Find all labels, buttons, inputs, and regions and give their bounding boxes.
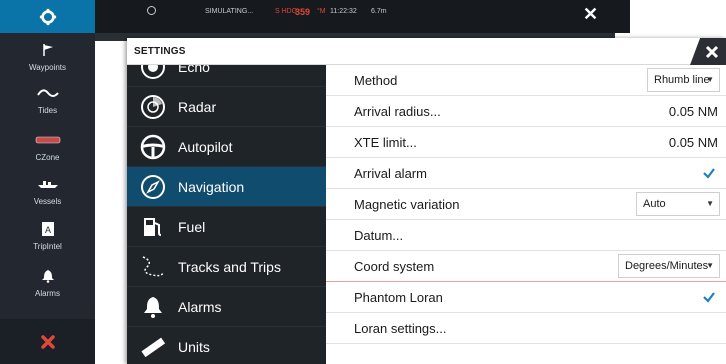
coord-system-value: Degrees/Minutes bbox=[625, 260, 709, 272]
distance-readout: 6.7m bbox=[371, 8, 387, 15]
setting-label: Datum... bbox=[354, 227, 404, 243]
settings-dialog: SETTINGS Echo Radar Autopilot Navigation bbox=[127, 38, 726, 364]
echo-icon bbox=[141, 65, 165, 79]
sidebar-item-tripintel[interactable]: A TripIntel bbox=[0, 218, 95, 266]
sidebar-item-label: Vessels bbox=[33, 197, 62, 206]
setting-row-loran-settings[interactable]: Loran settings... bbox=[326, 313, 726, 344]
ruler-icon bbox=[141, 337, 166, 357]
svg-text:A: A bbox=[44, 225, 50, 235]
xte-limit-value: 0.05 NM bbox=[668, 134, 718, 150]
arrival-alarm-checkbox[interactable] bbox=[702, 166, 716, 180]
sidebar-item-label: Tides bbox=[37, 106, 58, 115]
setting-row-phantom-loran[interactable]: Phantom Loran bbox=[326, 282, 726, 313]
category-units[interactable]: Units bbox=[127, 327, 326, 364]
vessel-icon bbox=[37, 181, 58, 188]
coord-system-dropdown[interactable]: Degrees/Minutes ▼ bbox=[618, 254, 720, 278]
track-icon bbox=[142, 255, 164, 276]
setting-row-datum[interactable]: Datum... bbox=[326, 220, 726, 251]
fuel-pump-icon bbox=[144, 217, 162, 236]
method-value: Rhumb line bbox=[654, 74, 710, 86]
setting-label: Phantom Loran bbox=[354, 289, 443, 305]
sidebar-item-tides[interactable]: Tides bbox=[0, 82, 95, 130]
setting-label: XTE limit... bbox=[354, 134, 417, 150]
gps-icon bbox=[147, 6, 156, 15]
magnetic-variation-dropdown[interactable]: Auto ▼ bbox=[636, 192, 720, 216]
setting-label: Magnetic variation bbox=[354, 196, 460, 212]
setting-row-magnetic-variation[interactable]: Magnetic variation Auto ▼ bbox=[326, 189, 726, 220]
flag-icon bbox=[42, 44, 53, 56]
category-label: Units bbox=[178, 338, 210, 355]
time-readout: 11:22:32 bbox=[330, 8, 357, 15]
setting-label: Loran settings... bbox=[354, 320, 447, 336]
category-label: Tracks and Trips bbox=[178, 258, 281, 275]
radar-icon bbox=[141, 94, 165, 119]
category-fuel[interactable]: Fuel bbox=[127, 207, 326, 247]
method-dropdown[interactable]: Rhumb line ▼ bbox=[647, 68, 720, 92]
magnetic-variation-value: Auto bbox=[643, 198, 666, 210]
arrival-radius-value: 0.05 NM bbox=[668, 103, 718, 119]
setting-row-arrival-radius[interactable]: Arrival radius... 0.05 NM bbox=[326, 96, 726, 127]
sidebar-item-label: CZone bbox=[35, 153, 60, 162]
heading-label: S HDG bbox=[275, 8, 298, 15]
category-label: Navigation bbox=[178, 178, 245, 195]
settings-category-list[interactable]: Echo Radar Autopilot Navigation Fuel Tra… bbox=[127, 65, 326, 364]
category-navigation[interactable]: Navigation bbox=[127, 167, 326, 207]
sidebar-item-alarms[interactable]: Alarms bbox=[0, 265, 95, 313]
gear-icon bbox=[39, 8, 56, 25]
sidebar-item-label: Waypoints bbox=[28, 63, 67, 72]
bell-icon bbox=[41, 270, 54, 283]
category-label: Fuel bbox=[178, 218, 206, 235]
close-icon bbox=[40, 334, 55, 349]
chevron-down-icon: ▼ bbox=[706, 261, 714, 270]
category-radar[interactable]: Radar bbox=[127, 87, 326, 127]
steering-wheel-icon bbox=[140, 134, 166, 159]
setting-label: Arrival alarm bbox=[354, 165, 427, 181]
setting-row-xte-limit[interactable]: XTE limit... 0.05 NM bbox=[326, 127, 726, 158]
setting-label: Arrival radius... bbox=[354, 103, 441, 119]
category-tracks-and-trips[interactable]: Tracks and Trips bbox=[127, 247, 326, 287]
setting-label: Coord system bbox=[354, 258, 435, 274]
chevron-down-icon: ▼ bbox=[706, 199, 714, 208]
app-root: Waypoints Tides CZone Vessels A TripInte… bbox=[0, 0, 726, 364]
category-label: Alarms bbox=[178, 298, 222, 315]
category-echo[interactable]: Echo bbox=[127, 65, 326, 87]
wave-icon bbox=[36, 89, 59, 97]
compass-icon bbox=[141, 174, 165, 199]
sidebar-item-czone[interactable]: CZone bbox=[0, 129, 95, 177]
trip-icon: A bbox=[41, 222, 54, 236]
dialog-title: SETTINGS bbox=[134, 46, 186, 57]
heading-unit: °M bbox=[317, 8, 326, 15]
bell-icon bbox=[144, 296, 162, 318]
category-label: Echo bbox=[178, 65, 210, 75]
setting-label: Method bbox=[354, 72, 398, 88]
setting-row-arrival-alarm[interactable]: Arrival alarm bbox=[326, 158, 726, 189]
sidebar-item-label: TripIntel bbox=[33, 242, 62, 251]
czone-icon bbox=[35, 136, 60, 144]
phantom-loran-checkbox[interactable] bbox=[702, 290, 716, 304]
setting-row-method[interactable]: Method Rhumb line ▼ bbox=[326, 65, 726, 96]
setting-row-coord-system[interactable]: Coord system Degrees/Minutes ▼ bbox=[326, 251, 726, 282]
sidebar-close-button[interactable] bbox=[0, 319, 95, 364]
status-bar: SIMULATING... S HDG 359 °M 11:22:32 6.7m… bbox=[95, 0, 630, 33]
sidebar-item-label: Alarms bbox=[35, 289, 60, 298]
sidebar-item-vessels[interactable]: Vessels bbox=[0, 173, 95, 221]
category-label: Autopilot bbox=[178, 138, 233, 155]
navigation-settings-list: Method Rhumb line ▼ Arrival radius... 0.… bbox=[326, 65, 726, 364]
simulation-status: SIMULATING... bbox=[205, 8, 254, 15]
dialog-close-button[interactable] bbox=[690, 38, 726, 65]
heading-value: 359 bbox=[295, 7, 311, 17]
category-autopilot[interactable]: Autopilot bbox=[127, 127, 326, 167]
category-alarms[interactable]: Alarms bbox=[127, 287, 326, 327]
dialog-header: SETTINGS bbox=[127, 38, 726, 65]
close-icon bbox=[705, 45, 719, 58]
app-sidebar: Waypoints Tides CZone Vessels A TripInte… bbox=[0, 0, 95, 364]
settings-shortcut-button[interactable] bbox=[0, 0, 95, 33]
category-label: Radar bbox=[178, 98, 217, 115]
chevron-down-icon: ▼ bbox=[706, 75, 714, 84]
close-panel-button[interactable]: ✕ bbox=[583, 4, 598, 25]
sidebar-item-waypoints[interactable]: Waypoints bbox=[0, 39, 95, 87]
